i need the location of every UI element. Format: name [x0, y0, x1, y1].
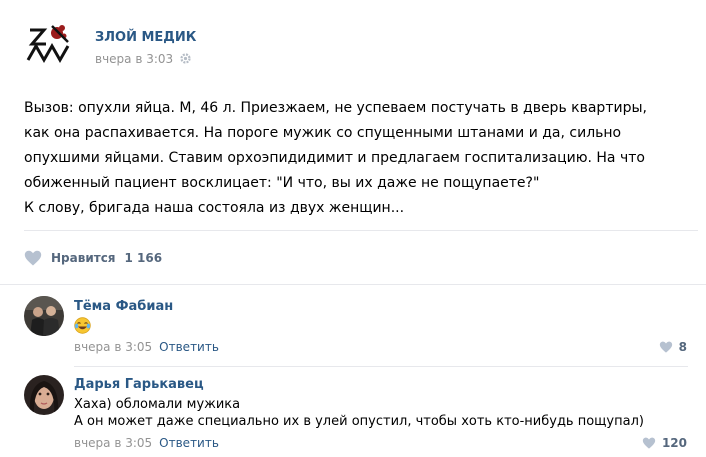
heart-icon — [659, 341, 672, 353]
like-count: 1 166 — [124, 251, 163, 265]
avatar[interactable] — [24, 375, 64, 415]
comment-author-link[interactable]: Тёма Фабиан — [74, 299, 173, 314]
reply-button[interactable]: Ответить — [159, 340, 219, 354]
comment-time[interactable]: вчера в 3:05 — [74, 340, 152, 354]
post-time-text[interactable]: вчера в 3:03 — [95, 52, 173, 66]
reply-button[interactable]: Ответить — [159, 436, 219, 450]
community-logo-icon[interactable] — [24, 20, 74, 70]
post-author-link[interactable]: ЗЛОЙ МЕДИК — [95, 30, 196, 45]
wall-post: ЗЛОЙ МЕДИК вчера в 3:03 Вызов: опухли яй… — [0, 0, 706, 457]
comment-like-count: 120 — [661, 436, 687, 450]
post-text: Вызов: опухли яйца. М, 46 л. Приезжаем, … — [24, 96, 704, 221]
tears-of-joy-emoji-icon — [74, 317, 91, 334]
divider — [74, 366, 688, 367]
comment-time[interactable]: вчера в 3:05 — [74, 436, 152, 450]
comment-like-count: 8 — [678, 340, 687, 354]
post-text-line: опухшими яйцами. Ставим орхоэпидидимит и… — [24, 150, 645, 166]
post-text-line: Вызов: опухли яйца. М, 46 л. Приезжаем, … — [24, 100, 647, 116]
comment-meta: вчера в 3:05 Ответить — [74, 436, 219, 450]
comment-like-button[interactable]: 8 — [659, 340, 687, 354]
comment-meta: вчера в 3:05 Ответить — [74, 340, 219, 354]
comment-author-link[interactable]: Дарья Гарькавец — [74, 377, 204, 392]
post-text-line: как она распахивается. На пороге мужик с… — [24, 125, 622, 141]
comment-text: Хаха) обломали мужика А он может даже сп… — [74, 396, 644, 430]
post-timestamp[interactable]: вчера в 3:03 — [95, 52, 191, 66]
heart-icon — [24, 250, 42, 266]
divider — [24, 230, 698, 231]
comment-text — [74, 317, 91, 339]
avatar[interactable] — [24, 296, 64, 336]
post-text-line: обиженный пациент восклицает: "И что, вы… — [24, 175, 540, 191]
divider — [0, 284, 706, 285]
heart-icon — [642, 437, 656, 449]
comment-text-line: Хаха) обломали мужика — [74, 397, 241, 412]
like-label: Нравится — [51, 251, 116, 265]
post-text-line: К слову, бригада наша состояла из двух ж… — [24, 200, 405, 216]
gear-icon[interactable] — [180, 53, 191, 64]
like-button[interactable]: Нравится 1 166 — [24, 249, 162, 267]
comment-text-line: А он может даже специально их в улей опу… — [74, 414, 644, 429]
comment-like-button[interactable]: 120 — [642, 436, 687, 450]
